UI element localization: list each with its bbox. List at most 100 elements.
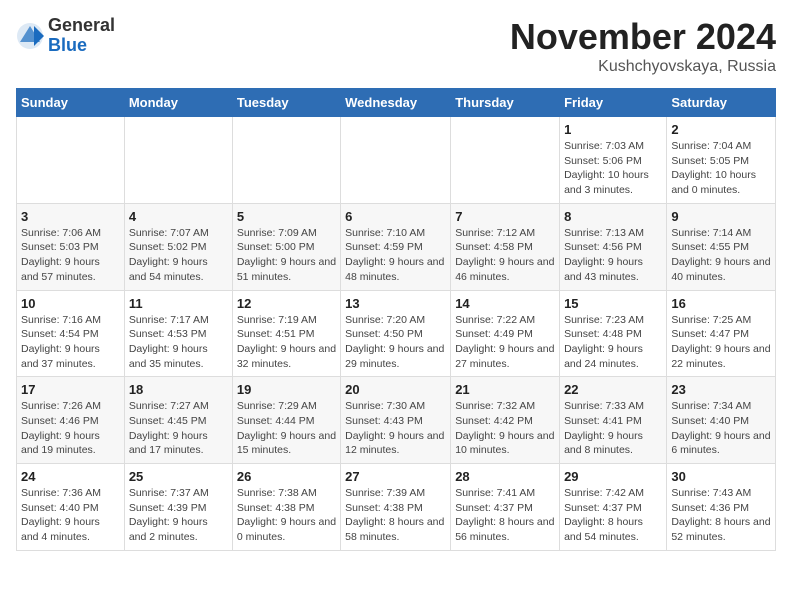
calendar-cell: 10 Sunrise: 7:16 AM Sunset: 4:54 PM Dayli…: [17, 290, 125, 377]
calendar-week-row: 17 Sunrise: 7:26 AM Sunset: 4:46 PM Dayli…: [17, 377, 776, 464]
header-friday: Friday: [560, 89, 667, 117]
day-info: Sunrise: 7:19 AM Sunset: 4:51 PM Dayligh…: [237, 313, 336, 372]
calendar-cell: 23 Sunrise: 7:34 AM Sunset: 4:40 PM Dayli…: [667, 377, 776, 464]
header-monday: Monday: [124, 89, 232, 117]
logo-blue-text: Blue: [48, 35, 87, 55]
day-info: Sunrise: 7:27 AM Sunset: 4:45 PM Dayligh…: [129, 399, 228, 458]
day-info: Sunrise: 7:23 AM Sunset: 4:48 PM Dayligh…: [564, 313, 662, 372]
header: General Blue November 2024 Kushchyovskay…: [16, 16, 776, 76]
day-number: 21: [455, 382, 555, 397]
day-number: 1: [564, 122, 662, 137]
day-info: Sunrise: 7:13 AM Sunset: 4:56 PM Dayligh…: [564, 226, 662, 285]
calendar-cell: 25 Sunrise: 7:37 AM Sunset: 4:39 PM Dayli…: [124, 464, 232, 551]
calendar-table: Sunday Monday Tuesday Wednesday Thursday…: [16, 88, 776, 551]
month-title: November 2024: [510, 16, 776, 58]
day-number: 18: [129, 382, 228, 397]
calendar-cell: 16Sunrise: 7:25 AM Sunset: 4:47 PM Dayli…: [667, 290, 776, 377]
location-subtitle: Kushchyovskaya, Russia: [510, 58, 776, 76]
calendar-cell: 18 Sunrise: 7:27 AM Sunset: 4:45 PM Dayli…: [124, 377, 232, 464]
header-thursday: Thursday: [451, 89, 560, 117]
calendar-cell: 2Sunrise: 7:04 AM Sunset: 5:05 PM Daylig…: [667, 117, 776, 204]
day-number: 27: [345, 469, 446, 484]
day-info: Sunrise: 7:43 AM Sunset: 4:36 PM Dayligh…: [671, 486, 771, 545]
day-number: 9: [671, 209, 771, 224]
calendar-cell: 8 Sunrise: 7:13 AM Sunset: 4:56 PM Daylig…: [560, 203, 667, 290]
day-info: Sunrise: 7:20 AM Sunset: 4:50 PM Dayligh…: [345, 313, 446, 372]
day-info: Sunrise: 7:29 AM Sunset: 4:44 PM Dayligh…: [237, 399, 336, 458]
calendar-cell: 21 Sunrise: 7:32 AM Sunset: 4:42 PM Dayli…: [451, 377, 560, 464]
calendar-cell: [341, 117, 451, 204]
calendar-cell: 12Sunrise: 7:19 AM Sunset: 4:51 PM Dayli…: [232, 290, 340, 377]
day-info: Sunrise: 7:34 AM Sunset: 4:40 PM Dayligh…: [671, 399, 771, 458]
day-info: Sunrise: 7:07 AM Sunset: 5:02 PM Dayligh…: [129, 226, 228, 285]
calendar-cell: 5 Sunrise: 7:09 AM Sunset: 5:00 PM Daylig…: [232, 203, 340, 290]
day-info: Sunrise: 7:42 AM Sunset: 4:37 PM Dayligh…: [564, 486, 662, 545]
day-info: Sunrise: 7:41 AM Sunset: 4:37 PM Dayligh…: [455, 486, 555, 545]
calendar-body: 1Sunrise: 7:03 AM Sunset: 5:06 PM Daylig…: [17, 117, 776, 551]
calendar-cell: [17, 117, 125, 204]
day-info: Sunrise: 7:22 AM Sunset: 4:49 PM Dayligh…: [455, 313, 555, 372]
calendar-cell: 30 Sunrise: 7:43 AM Sunset: 4:36 PM Dayli…: [667, 464, 776, 551]
calendar-cell: 22Sunrise: 7:33 AM Sunset: 4:41 PM Dayli…: [560, 377, 667, 464]
day-info: Sunrise: 7:36 AM Sunset: 4:40 PM Dayligh…: [21, 486, 120, 545]
calendar-week-row: 3Sunrise: 7:06 AM Sunset: 5:03 PM Daylig…: [17, 203, 776, 290]
calendar-header: Sunday Monday Tuesday Wednesday Thursday…: [17, 89, 776, 117]
day-info: Sunrise: 7:09 AM Sunset: 5:00 PM Dayligh…: [237, 226, 336, 285]
day-info: Sunrise: 7:06 AM Sunset: 5:03 PM Dayligh…: [21, 226, 120, 285]
calendar-cell: 1Sunrise: 7:03 AM Sunset: 5:06 PM Daylig…: [560, 117, 667, 204]
day-info: Sunrise: 7:30 AM Sunset: 4:43 PM Dayligh…: [345, 399, 446, 458]
calendar-week-row: 1Sunrise: 7:03 AM Sunset: 5:06 PM Daylig…: [17, 117, 776, 204]
calendar-cell: 9 Sunrise: 7:14 AM Sunset: 4:55 PM Daylig…: [667, 203, 776, 290]
day-info: Sunrise: 7:25 AM Sunset: 4:47 PM Dayligh…: [671, 313, 771, 372]
day-number: 10: [21, 296, 120, 311]
logo-icon: [16, 22, 44, 50]
day-number: 25: [129, 469, 228, 484]
calendar-cell: 3Sunrise: 7:06 AM Sunset: 5:03 PM Daylig…: [17, 203, 125, 290]
day-info: Sunrise: 7:10 AM Sunset: 4:59 PM Dayligh…: [345, 226, 446, 285]
day-info: Sunrise: 7:04 AM Sunset: 5:05 PM Dayligh…: [671, 139, 771, 198]
day-info: Sunrise: 7:26 AM Sunset: 4:46 PM Dayligh…: [21, 399, 120, 458]
day-number: 5: [237, 209, 336, 224]
header-tuesday: Tuesday: [232, 89, 340, 117]
day-number: 17: [21, 382, 120, 397]
day-number: 4: [129, 209, 228, 224]
day-number: 15: [564, 296, 662, 311]
calendar-cell: 17 Sunrise: 7:26 AM Sunset: 4:46 PM Dayli…: [17, 377, 125, 464]
logo-general-text: General: [48, 15, 115, 35]
day-info: Sunrise: 7:14 AM Sunset: 4:55 PM Dayligh…: [671, 226, 771, 285]
day-number: 19: [237, 382, 336, 397]
day-number: 13: [345, 296, 446, 311]
day-number: 14: [455, 296, 555, 311]
calendar-week-row: 24 Sunrise: 7:36 AM Sunset: 4:40 PM Dayli…: [17, 464, 776, 551]
day-number: 26: [237, 469, 336, 484]
day-number: 24: [21, 469, 120, 484]
day-info: Sunrise: 7:32 AM Sunset: 4:42 PM Dayligh…: [455, 399, 555, 458]
header-saturday: Saturday: [667, 89, 776, 117]
calendar-cell: 13 Sunrise: 7:20 AM Sunset: 4:50 PM Dayli…: [341, 290, 451, 377]
day-info: Sunrise: 7:38 AM Sunset: 4:38 PM Dayligh…: [237, 486, 336, 545]
calendar-cell: 14 Sunrise: 7:22 AM Sunset: 4:49 PM Dayli…: [451, 290, 560, 377]
day-info: Sunrise: 7:37 AM Sunset: 4:39 PM Dayligh…: [129, 486, 228, 545]
calendar-cell: 11Sunrise: 7:17 AM Sunset: 4:53 PM Dayli…: [124, 290, 232, 377]
calendar-cell: 15 Sunrise: 7:23 AM Sunset: 4:48 PM Dayli…: [560, 290, 667, 377]
day-number: 7: [455, 209, 555, 224]
calendar-cell: 28Sunrise: 7:41 AM Sunset: 4:37 PM Dayli…: [451, 464, 560, 551]
day-number: 22: [564, 382, 662, 397]
calendar-cell: 4 Sunrise: 7:07 AM Sunset: 5:02 PM Daylig…: [124, 203, 232, 290]
calendar-cell: 26 Sunrise: 7:38 AM Sunset: 4:38 PM Dayli…: [232, 464, 340, 551]
title-area: November 2024 Kushchyovskaya, Russia: [510, 16, 776, 76]
day-number: 30: [671, 469, 771, 484]
day-number: 8: [564, 209, 662, 224]
calendar-cell: 24 Sunrise: 7:36 AM Sunset: 4:40 PM Dayli…: [17, 464, 125, 551]
header-wednesday: Wednesday: [341, 89, 451, 117]
day-number: 6: [345, 209, 446, 224]
calendar-cell: 29Sunrise: 7:42 AM Sunset: 4:37 PM Dayli…: [560, 464, 667, 551]
weekday-header-row: Sunday Monday Tuesday Wednesday Thursday…: [17, 89, 776, 117]
day-info: Sunrise: 7:12 AM Sunset: 4:58 PM Dayligh…: [455, 226, 555, 285]
day-number: 11: [129, 296, 228, 311]
calendar-cell: 7 Sunrise: 7:12 AM Sunset: 4:58 PM Daylig…: [451, 203, 560, 290]
day-number: 23: [671, 382, 771, 397]
day-info: Sunrise: 7:16 AM Sunset: 4:54 PM Dayligh…: [21, 313, 120, 372]
calendar-cell: 27Sunrise: 7:39 AM Sunset: 4:38 PM Dayli…: [341, 464, 451, 551]
calendar-cell: 6 Sunrise: 7:10 AM Sunset: 4:59 PM Daylig…: [341, 203, 451, 290]
